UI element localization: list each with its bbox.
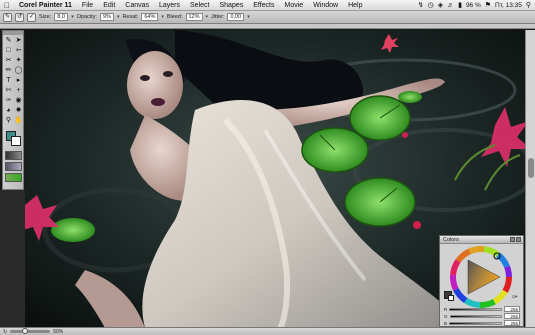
magic-wand-icon[interactable]: ✦ xyxy=(14,56,23,65)
add-point-icon[interactable]: + xyxy=(14,86,23,95)
size-dropdown-icon[interactable]: ▾ xyxy=(71,14,74,20)
shape-tool-icon[interactable]: ◯ xyxy=(14,66,23,75)
resat-field[interactable]: 64% xyxy=(141,13,159,21)
toolbox-panel: ✎ ➤ □ ➳ ✂ ✦ ✏ ◯ T ▸ ✄ + ✑ ◉ ◕ ✹ ⚲ ✋ xyxy=(2,30,24,190)
grabber-hand-icon[interactable]: ✋ xyxy=(14,116,23,125)
menu-window[interactable]: Window xyxy=(308,2,343,9)
magnifier-icon[interactable]: ⚲ xyxy=(4,116,13,125)
menu-help[interactable]: Help xyxy=(343,2,367,9)
slider-r-track[interactable] xyxy=(449,307,502,311)
toolbox-grip[interactable] xyxy=(3,31,23,35)
left-workspace-strip xyxy=(0,190,25,328)
jitter-dropdown-icon[interactable]: ▾ xyxy=(247,14,250,20)
reset-tool-icon[interactable]: ↺ xyxy=(15,12,24,22)
slider-r-value[interactable]: 255 xyxy=(504,306,520,312)
colors-secondary-swatch[interactable] xyxy=(448,295,454,301)
size-label: Size: xyxy=(39,14,52,20)
panel-options-icon[interactable] xyxy=(510,237,515,242)
menu-layers[interactable]: Layers xyxy=(154,2,185,9)
slider-g-track[interactable] xyxy=(449,314,502,318)
slider-g-value[interactable]: 255 xyxy=(504,313,520,319)
jitter-label: Jitter: xyxy=(211,14,225,20)
crop-icon[interactable]: ✂ xyxy=(4,56,13,65)
brush-tool-icon[interactable]: ✎ xyxy=(4,36,13,45)
rectangle-select-icon[interactable]: □ xyxy=(4,46,13,55)
secondary-color-swatch[interactable] xyxy=(11,136,21,146)
zoom-value[interactable]: 50% xyxy=(53,329,63,335)
menu-bar:  Corel Painter 11 File Edit Canvas Laye… xyxy=(0,0,535,11)
shape-selection-icon[interactable]: ▸ xyxy=(14,76,23,85)
slider-row-g: G 255 xyxy=(444,313,520,319)
slider-b-value[interactable]: 255 xyxy=(504,320,520,326)
vertical-scrollbar[interactable] xyxy=(525,30,535,328)
bleed-field[interactable]: 12% xyxy=(185,13,203,21)
battery-percent: 96 % xyxy=(465,1,481,9)
apple-logo-icon[interactable]:  xyxy=(0,1,14,10)
zoom-slider-knob[interactable] xyxy=(22,328,29,334)
document-title-strip[interactable] xyxy=(0,24,535,29)
panel-close-icon[interactable] xyxy=(516,237,521,242)
resat-label: Resat: xyxy=(122,14,139,20)
menu-shapes[interactable]: Shapes xyxy=(214,2,248,9)
mirror-paint-icon[interactable]: ◕ xyxy=(4,106,13,115)
clock[interactable]: Пт, 13:35 xyxy=(495,2,522,9)
rotate-page-icon[interactable]: ↻ xyxy=(3,329,7,335)
volume-icon[interactable]: ♬ xyxy=(447,2,454,9)
slider-b-label: B xyxy=(444,320,448,326)
menu-status-area: ↯ ◷ ◈ ♬ ▮ 96 % ⚑ Пт, 13:35 ⚲ xyxy=(418,1,535,10)
zoom-slider[interactable] xyxy=(10,328,51,334)
scissors-icon[interactable]: ✄ xyxy=(4,86,13,95)
colors-panel-title: Colors xyxy=(443,236,459,243)
property-bar: ✎ ↺ ✓ Size: 8,0 ▾ Opacity: 9% ▾ Resat: 6… xyxy=(0,11,535,24)
menu-movie[interactable]: Movie xyxy=(280,2,309,9)
opacity-field[interactable]: 9% xyxy=(99,13,114,21)
jitter-field[interactable]: 0,00 xyxy=(227,13,245,21)
slider-row-r: R 255 xyxy=(444,306,520,312)
text-tool-icon[interactable]: T xyxy=(4,76,13,85)
divine-proportion-icon[interactable]: ✹ xyxy=(14,106,23,115)
menu-file[interactable]: File xyxy=(77,2,98,9)
layer-adjuster-icon[interactable]: ➤ xyxy=(14,36,23,45)
slider-r-label: R xyxy=(444,306,448,312)
size-field[interactable]: 8,0 xyxy=(54,13,69,21)
menu-canvas[interactable]: Canvas xyxy=(120,2,154,9)
paint-bucket-icon[interactable]: ◉ xyxy=(14,96,23,105)
bluetooth-icon[interactable]: ↯ xyxy=(418,1,424,9)
pen-tool-icon[interactable]: ✏ xyxy=(4,66,13,75)
vertical-scroll-thumb[interactable] xyxy=(528,158,534,178)
pattern-selector[interactable] xyxy=(5,173,22,182)
menu-effects[interactable]: Effects xyxy=(248,2,279,9)
gradient-selector[interactable] xyxy=(5,162,22,171)
slider-row-b: B 255 xyxy=(444,320,520,326)
opacity-label: Opacity: xyxy=(76,14,97,20)
spotlight-search-icon[interactable]: ⚲ xyxy=(526,1,531,9)
colors-panel: Colors ✑ R 255 G 255 B 255 xyxy=(439,235,524,327)
color-wheel[interactable] xyxy=(450,246,512,308)
bleed-dropdown-icon[interactable]: ▾ xyxy=(206,14,209,20)
menu-select[interactable]: Select xyxy=(185,2,214,9)
brush-tool-icon[interactable]: ✎ xyxy=(3,12,12,22)
bleed-label: Bleed: xyxy=(166,14,183,20)
canvas-status-bar: ↻ 50% xyxy=(0,327,535,335)
menu-app-name[interactable]: Corel Painter 11 xyxy=(14,2,77,9)
wifi-icon[interactable]: ◈ xyxy=(438,1,443,9)
opacity-dropdown-icon[interactable]: ▾ xyxy=(117,14,120,20)
paper-selector[interactable] xyxy=(5,151,22,160)
menu-edit[interactable]: Edit xyxy=(98,2,120,9)
color-dropper-icon[interactable]: ✑ xyxy=(512,293,518,301)
brush-dropper-icon[interactable]: ✓ xyxy=(27,12,36,22)
slider-g-label: G xyxy=(444,313,448,319)
resat-dropdown-icon[interactable]: ▾ xyxy=(161,14,164,20)
flag-icon[interactable]: ⚑ xyxy=(485,1,491,9)
lasso-icon[interactable]: ➳ xyxy=(14,46,23,55)
time-machine-icon[interactable]: ◷ xyxy=(428,1,434,9)
colors-panel-titlebar[interactable]: Colors xyxy=(440,236,523,244)
dropper-icon[interactable]: ✑ xyxy=(4,96,13,105)
slider-b-track[interactable] xyxy=(449,321,502,325)
battery-icon[interactable]: ▮ xyxy=(458,1,462,9)
color-wheel-graphic xyxy=(450,246,512,308)
